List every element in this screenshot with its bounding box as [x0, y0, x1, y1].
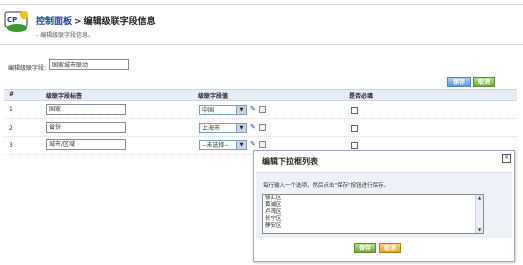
- save-button[interactable]: 保存: [447, 77, 471, 87]
- row-number: 1: [9, 106, 13, 113]
- column-header-number: #: [9, 91, 15, 98]
- row-value-select[interactable]: 上海市 ▼: [199, 123, 247, 133]
- scroll-up-icon[interactable]: ▲: [476, 195, 483, 201]
- list-icon[interactable]: [259, 141, 266, 148]
- row-number: 2: [9, 125, 13, 132]
- top-divider: [0, 4, 523, 5]
- pencil-icon[interactable]: ✎: [250, 141, 256, 148]
- cancel-button[interactable]: 取消: [473, 77, 495, 87]
- required-checkbox[interactable]: [351, 125, 358, 132]
- cascade-field-input[interactable]: 国家城市联动: [49, 59, 129, 70]
- option-line: 卢湾区: [265, 209, 282, 215]
- column-header-value: 级联字段值: [198, 93, 229, 100]
- textarea-scrollbar[interactable]: ▲ ▼: [475, 195, 483, 233]
- column-header-label: 级联字段标签: [46, 93, 83, 100]
- dialog-save-button[interactable]: 保存: [354, 243, 376, 253]
- dialog-body: 每行输入一个选项，然后点击"保存"按钮进行保存。 徐汇区 黄浦区 卢湾区 长宁区…: [256, 172, 512, 238]
- cascade-field-label: 编辑级联字段:: [8, 65, 47, 72]
- row-number: 3: [9, 142, 13, 149]
- option-line: 静安区: [265, 223, 282, 229]
- row-value-select[interactable]: --未选择-- ▼: [199, 140, 247, 150]
- select-value: 中国: [202, 107, 215, 114]
- select-value: --未选择--: [202, 142, 229, 149]
- breadcrumb: 控制面板 > 编辑级联字段信息: [36, 14, 156, 27]
- option-line: 长宁区: [265, 216, 282, 222]
- row-label-input[interactable]: 城市/区域: [46, 139, 126, 150]
- close-icon[interactable]: ×: [502, 154, 511, 163]
- edit-options-dialog: 编辑下拉框列表 × 每行输入一个选项，然后点击"保存"按钮进行保存。 徐汇区 黄…: [253, 150, 515, 262]
- select-value: 上海市: [202, 125, 221, 132]
- list-icon[interactable]: [259, 106, 266, 113]
- control-panel-logo-icon: CP: [4, 11, 28, 32]
- scroll-down-icon[interactable]: ▼: [476, 227, 483, 233]
- option-line: 徐汇区: [265, 195, 282, 201]
- chevron-down-icon: ▼: [236, 141, 246, 149]
- page-title: 编辑级联字段信息: [83, 17, 156, 27]
- list-icon[interactable]: [259, 124, 266, 131]
- chevron-down-icon: ▼: [236, 124, 246, 132]
- row-label-input[interactable]: 国家: [46, 104, 126, 115]
- column-header-required: 是否必填: [349, 93, 374, 100]
- dialog-title: 编辑下拉框列表: [262, 157, 318, 166]
- row-value-select[interactable]: 中国 ▼: [199, 105, 247, 115]
- dialog-cancel-button[interactable]: 取消: [379, 243, 401, 253]
- required-checkbox[interactable]: [351, 142, 358, 149]
- dialog-hint: 每行输入一个选项，然后点击"保存"按钮进行保存。: [263, 183, 390, 189]
- svg-text:CP: CP: [7, 16, 17, 24]
- breadcrumb-separator: >: [74, 17, 82, 27]
- pencil-icon[interactable]: ✎: [250, 106, 256, 113]
- required-checkbox[interactable]: [351, 107, 358, 114]
- chevron-down-icon: ▼: [236, 106, 246, 114]
- option-line: 黄浦区: [265, 202, 282, 208]
- page-subtitle: - 编辑级联字段信息。: [36, 32, 95, 39]
- breadcrumb-root-link[interactable]: 控制面板: [36, 17, 72, 27]
- pencil-icon[interactable]: ✎: [250, 124, 256, 131]
- options-textarea[interactable]: 徐汇区 黄浦区 卢湾区 长宁区 静安区 ▲ ▼: [262, 194, 484, 234]
- row-label-input[interactable]: 省份: [46, 122, 126, 133]
